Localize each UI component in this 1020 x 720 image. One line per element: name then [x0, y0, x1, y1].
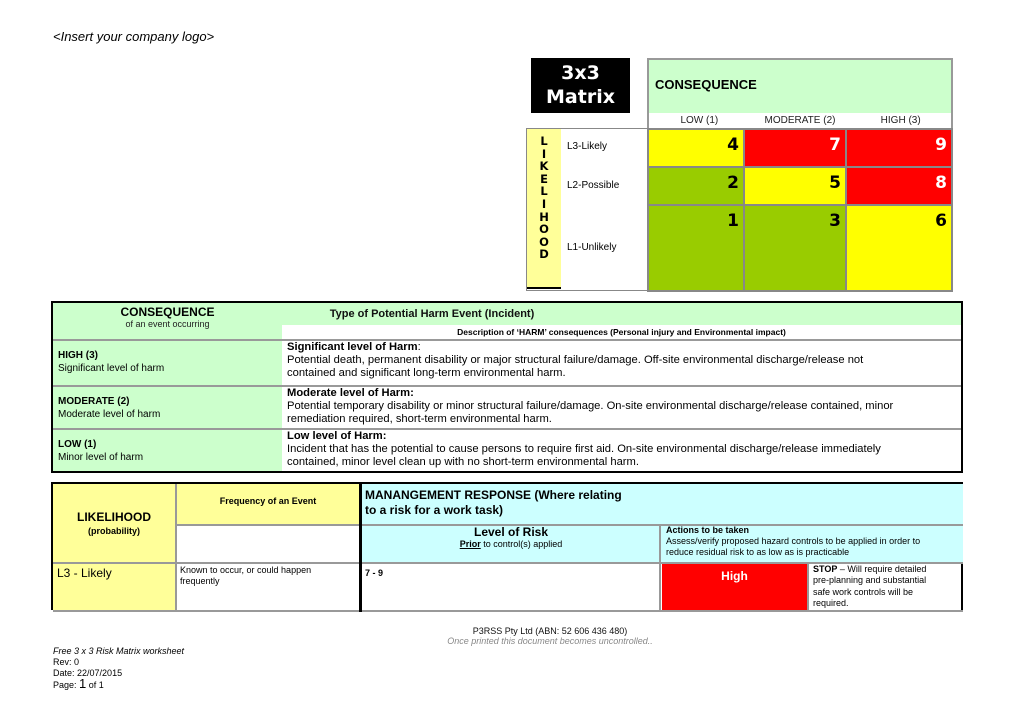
likelihood-row-label: L3 - Likely: [57, 566, 112, 580]
action-text: STOP – Will require detailed pre-plannin…: [813, 564, 961, 609]
rev-value: 0: [74, 657, 80, 667]
matrix-title-line1: 3x3: [561, 62, 600, 84]
date-label: Date:: [53, 668, 75, 678]
level-of-risk-subtitle: Prior to control(s) applied: [361, 539, 661, 549]
risk-matrix-grid: 479 258 136: [647, 128, 953, 292]
level-desc: Minor level of harm: [58, 452, 144, 463]
frequency-line: Known to occur, or could happen: [180, 565, 312, 575]
harm-line: contained, minor level clean up with no …: [287, 456, 639, 468]
risk-range: 7 - 9: [365, 568, 384, 578]
row-divider: [53, 610, 963, 612]
risk-cell-l2-c2: 5: [745, 168, 845, 204]
level-desc: Significant level of harm: [58, 363, 165, 374]
likelihood-row-l2: L2-Possible: [567, 180, 620, 191]
harm-heading: Significant level of Harm: [287, 341, 418, 353]
level-name: HIGH (3): [58, 350, 98, 361]
likelihood-column: [53, 484, 175, 610]
actions-block: Actions to be taken Assess/verify propos…: [666, 525, 920, 558]
matrix-title: 3x3 Matrix: [531, 58, 630, 113]
level-desc: Moderate level of harm: [58, 409, 161, 420]
matrix-title-line2: Matrix: [546, 86, 615, 108]
risk-cell-l2-c1: 2: [649, 168, 743, 204]
likelihood-letter: D: [539, 247, 549, 262]
likelihood-row-l1: L1-Unlikely: [567, 242, 617, 253]
prior-label: Prior: [459, 539, 481, 549]
matrix-consequence-label: CONSEQUENCE: [655, 77, 757, 92]
likelihood-letter: I: [541, 196, 547, 211]
footer-rev: Rev: 0: [53, 657, 79, 668]
level-name: MODERATE (2): [58, 396, 130, 407]
likelihood-letter: O: [539, 222, 549, 237]
consequence-table: CONSEQUENCE of an event occurring Type o…: [51, 301, 963, 473]
harm-line: Potential death, permanent disability or…: [287, 354, 864, 366]
likelihood-row-l3: L3-Likely: [567, 141, 608, 152]
harm-desc-title: Description of ‘HARM’ consequences (Pers…: [457, 327, 786, 337]
consequence-col-moderate: MODERATE (2): [764, 115, 836, 126]
consequence-table-subtitle: of an event occurring: [125, 319, 210, 329]
action-line: safe work controls will be: [813, 586, 914, 597]
consequence-table-title: CONSEQUENCE: [120, 305, 215, 319]
risk-cell-l1-c2: 3: [745, 206, 845, 290]
management-title-line: to a risk for a work task): [365, 503, 504, 517]
footer-company: P3RSS Pty Ltd (ABN: 52 606 436 480): [472, 626, 628, 636]
risk-cell-l3-c1: 4: [649, 130, 743, 166]
frequency-title: Frequency of an Event: [219, 496, 317, 506]
action-line: required.: [813, 597, 849, 608]
harm-line: remediation required, short-term environ…: [287, 413, 552, 425]
action-stop: STOP: [813, 564, 838, 574]
actions-title: Actions to be taken: [666, 525, 750, 535]
action-line: pre-planning and substantial: [813, 575, 927, 586]
likelihood-title: LIKELIHOOD: [77, 510, 151, 524]
harm-line: Incident that has the potential to cause…: [287, 443, 881, 455]
consequence-row-moderate-level: MODERATE (2) Moderate level of harm: [58, 395, 160, 421]
risk-cell-l3-c2: 7: [745, 130, 845, 166]
footer-uncontrolled: Once printed this document becomes uncon…: [447, 636, 653, 646]
likelihood-subtitle: (probability): [88, 526, 140, 536]
risk-cell-l3-c3: 9: [847, 130, 951, 166]
harm-heading: Low level of Harm:: [287, 430, 387, 442]
risk-level-high: High: [662, 564, 807, 610]
matrix-likelihood-vertical-label: L I K E L I H O O D: [527, 129, 561, 289]
harm-line: Potential temporary disability or minor …: [287, 400, 894, 412]
risk-cell-l1-c3: 6: [847, 206, 951, 290]
action-line: – Will require detailed: [837, 564, 927, 574]
consequence-row-moderate-desc: Moderate level of Harm: Potential tempor…: [287, 387, 957, 426]
footer-page: Page: 1 of 1: [53, 676, 104, 691]
harm-heading-suffix: :: [417, 341, 421, 353]
management-title-line: MANANGEMENT RESPONSE (Where relating: [365, 488, 622, 502]
company-logo-placeholder: <Insert your company logo>: [53, 29, 215, 44]
harm-type-title: Type of Potential Harm Event (Incident): [329, 308, 535, 320]
management-title: MANANGEMENT RESPONSE (Where relating to …: [365, 488, 622, 518]
frequency-desc: Known to occur, or could happen frequent…: [180, 565, 311, 587]
level-name: LOW (1): [58, 439, 97, 450]
level-sub-rest: to control(s) applied: [480, 539, 563, 549]
frequency-line: frequently: [180, 576, 220, 586]
page-of: of 1: [88, 680, 104, 690]
risk-cell-l1-c1: 1: [649, 206, 743, 290]
likelihood-management-table: LIKELIHOOD (probability) Frequency of an…: [51, 482, 963, 612]
column-divider: [807, 562, 809, 610]
rev-label: Rev:: [53, 657, 72, 667]
footer-date: Date: 22/07/2015: [53, 668, 122, 679]
matrix-consequence-header: CONSEQUENCE: [647, 58, 953, 113]
page-number: 1: [79, 676, 87, 691]
consequence-row-high-desc: Significant level of Harm: Potential dea…: [287, 341, 957, 380]
consequence-col-low: LOW (1): [680, 115, 719, 126]
actions-desc-line: Assess/verify proposed hazard controls t…: [666, 536, 921, 546]
level-of-risk-title: Level of Risk: [473, 525, 549, 539]
harm-line: contained and significant long-term envi…: [287, 367, 566, 379]
consequence-col-high: HIGH (3): [880, 115, 921, 126]
harm-heading: Moderate level of Harm:: [287, 387, 414, 399]
matrix-consequence-columns: LOW (1) MODERATE (2) HIGH (3): [647, 113, 953, 128]
likelihood-letter: L: [540, 134, 548, 148]
page-label: Page:: [53, 680, 77, 690]
consequence-row-low-desc: Low level of Harm: Incident that has the…: [287, 430, 957, 469]
likelihood-letter: K: [539, 159, 549, 174]
footer-doc-title: Free 3 x 3 Risk Matrix worksheet: [53, 646, 185, 656]
consequence-row-high-level: HIGH (3) Significant level of harm: [58, 349, 164, 375]
risk-cell-l2-c3: 8: [847, 168, 951, 204]
consequence-row-low-level: LOW (1) Minor level of harm: [58, 438, 143, 464]
actions-desc-line: reduce residual risk to as low as is pra…: [666, 547, 850, 557]
